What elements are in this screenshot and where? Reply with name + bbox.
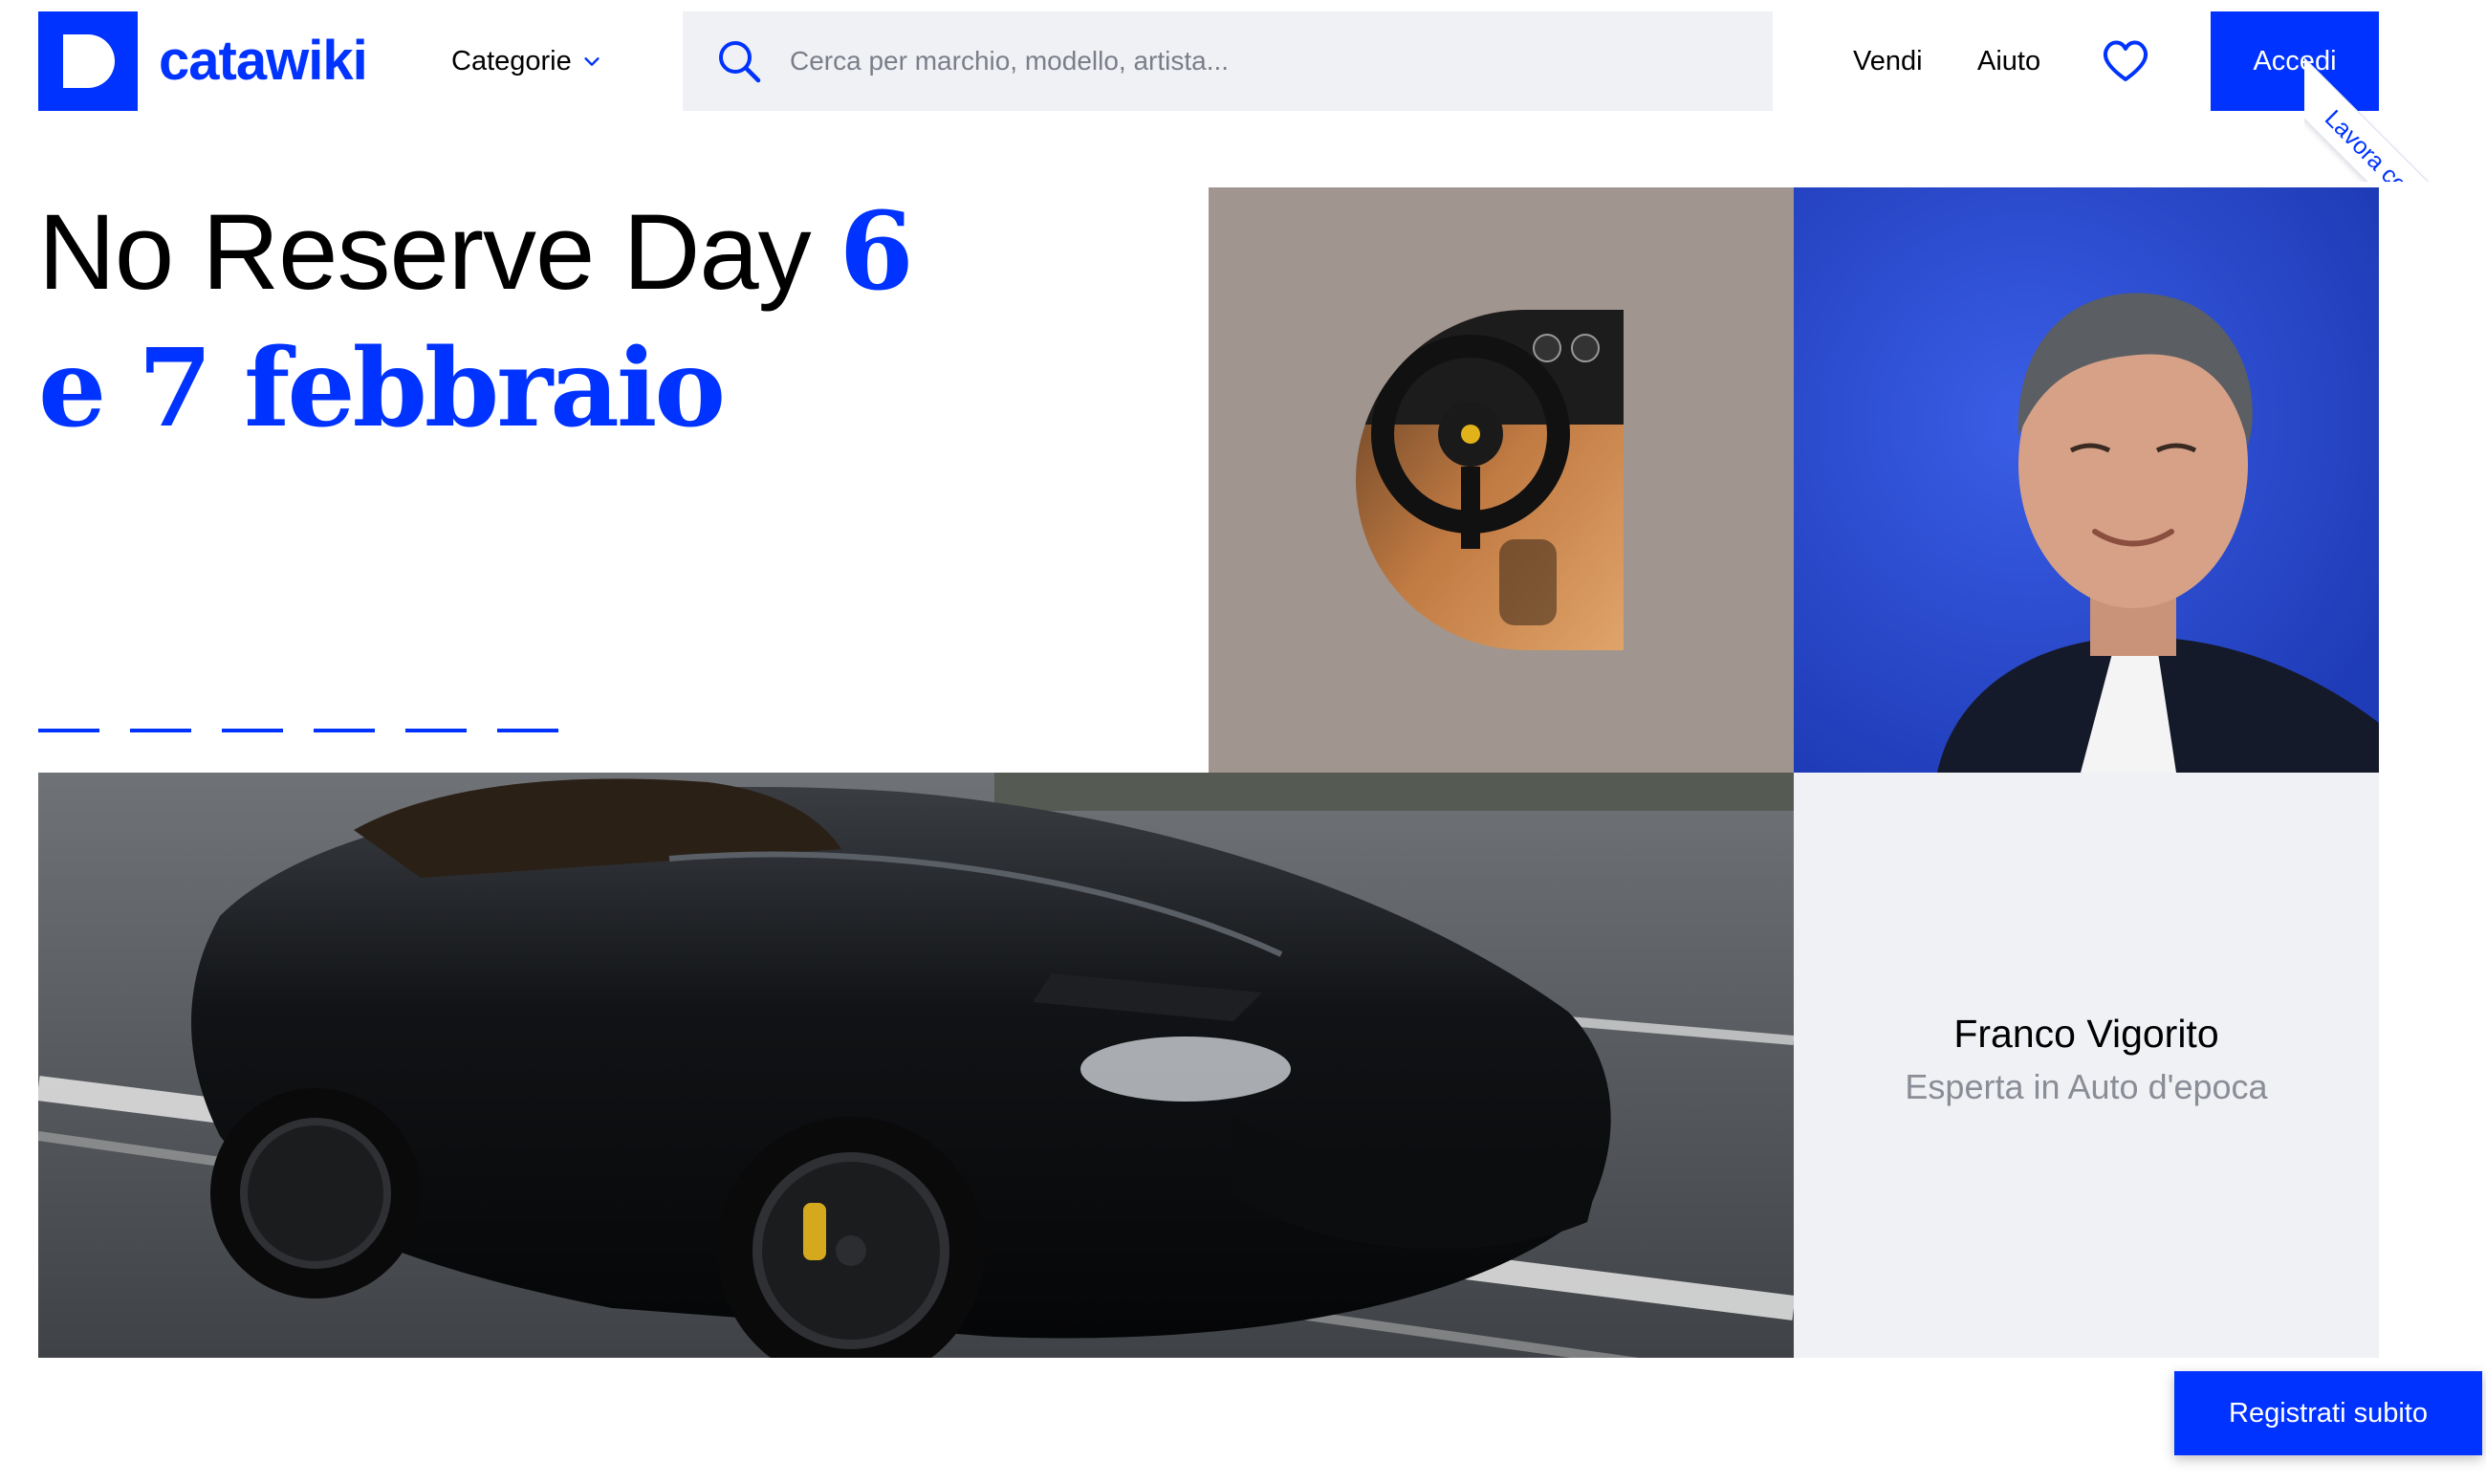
carousel-indicator[interactable] [222, 729, 283, 732]
chevron-down-icon [584, 57, 600, 66]
expert-role: Esperta in Auto d'epoca [1905, 1067, 2268, 1106]
hero-title-number: 6 [839, 189, 914, 315]
carousel-indicator[interactable] [38, 729, 99, 732]
nav-sell-link[interactable]: Vendi [1853, 34, 1923, 88]
search-icon[interactable] [715, 37, 763, 85]
search-bar[interactable] [683, 11, 1773, 111]
carousel-indicator[interactable] [314, 729, 375, 732]
expert-portrait-image [1794, 187, 2379, 773]
careers-ribbon-label[interactable]: Lavora con noi! [2304, 48, 2486, 182]
hero-title: No Reserve Day 6 e 7 febbraio [38, 187, 1167, 461]
hero-title-prefix: No Reserve Day [38, 192, 840, 312]
categories-label: Categorie [451, 45, 572, 76]
carousel-indicator[interactable] [405, 729, 467, 732]
search-input[interactable] [790, 33, 1773, 90]
careers-ribbon[interactable]: Lavora con noi! [2304, 0, 2486, 182]
carousel-indicators [38, 729, 558, 732]
car-interior-tile [1209, 187, 1794, 773]
expert-name: Franco Vigorito [1953, 1012, 2219, 1056]
logo-wordmark[interactable]: catawiki [159, 23, 368, 99]
page: catawiki Categorie Vendi Aiuto Accedi La… [0, 0, 2486, 1484]
car-interior-image [1356, 310, 1624, 650]
heart-icon[interactable] [2100, 34, 2151, 86]
featured-car-tile[interactable] [38, 773, 1794, 1358]
categories-menu-button[interactable]: Categorie [451, 34, 602, 88]
expert-info-tile: Franco Vigorito Esperta in Auto d'epoca [1794, 773, 2379, 1358]
featured-car-image [38, 773, 1794, 1358]
carousel-indicator[interactable] [130, 729, 191, 732]
logo-mark-shape [63, 34, 115, 88]
logo-mark[interactable] [38, 11, 138, 111]
hero-title-line1: No Reserve Day 6 [38, 187, 1167, 317]
register-button[interactable]: Registrati subito [2174, 1371, 2482, 1455]
carousel-indicator[interactable] [497, 729, 558, 732]
hero-title-line2: e 7 febbraio [38, 326, 726, 451]
expert-portrait-tile [1794, 187, 2379, 773]
nav-help-link[interactable]: Aiuto [1977, 34, 2040, 88]
